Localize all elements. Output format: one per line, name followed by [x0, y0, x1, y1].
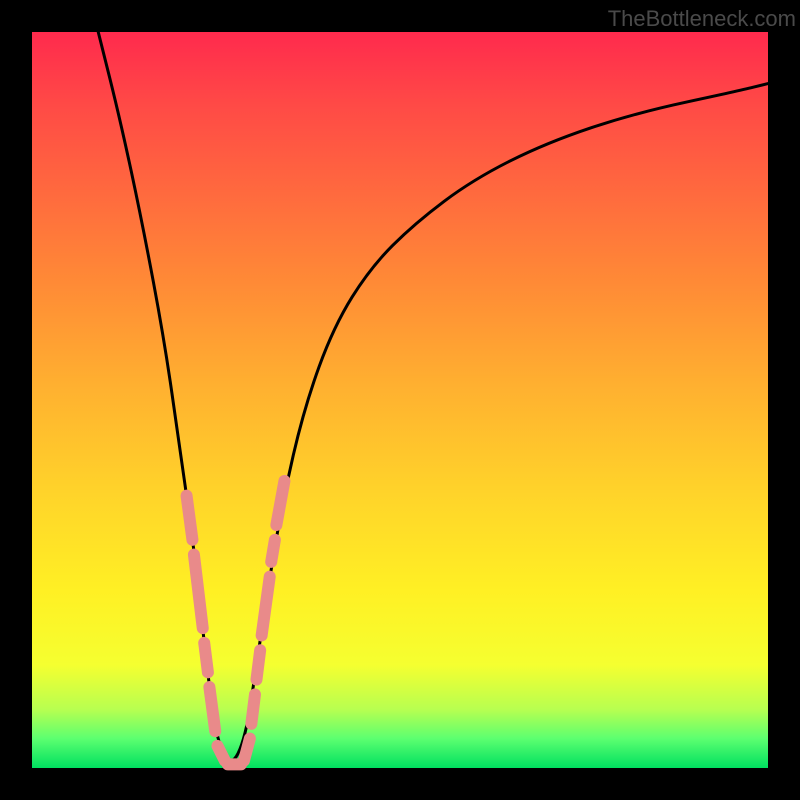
watermark-text: TheBottleneck.com: [608, 6, 796, 32]
chart-frame: TheBottleneck.com: [0, 0, 800, 800]
chart-plot-area: [32, 32, 768, 768]
